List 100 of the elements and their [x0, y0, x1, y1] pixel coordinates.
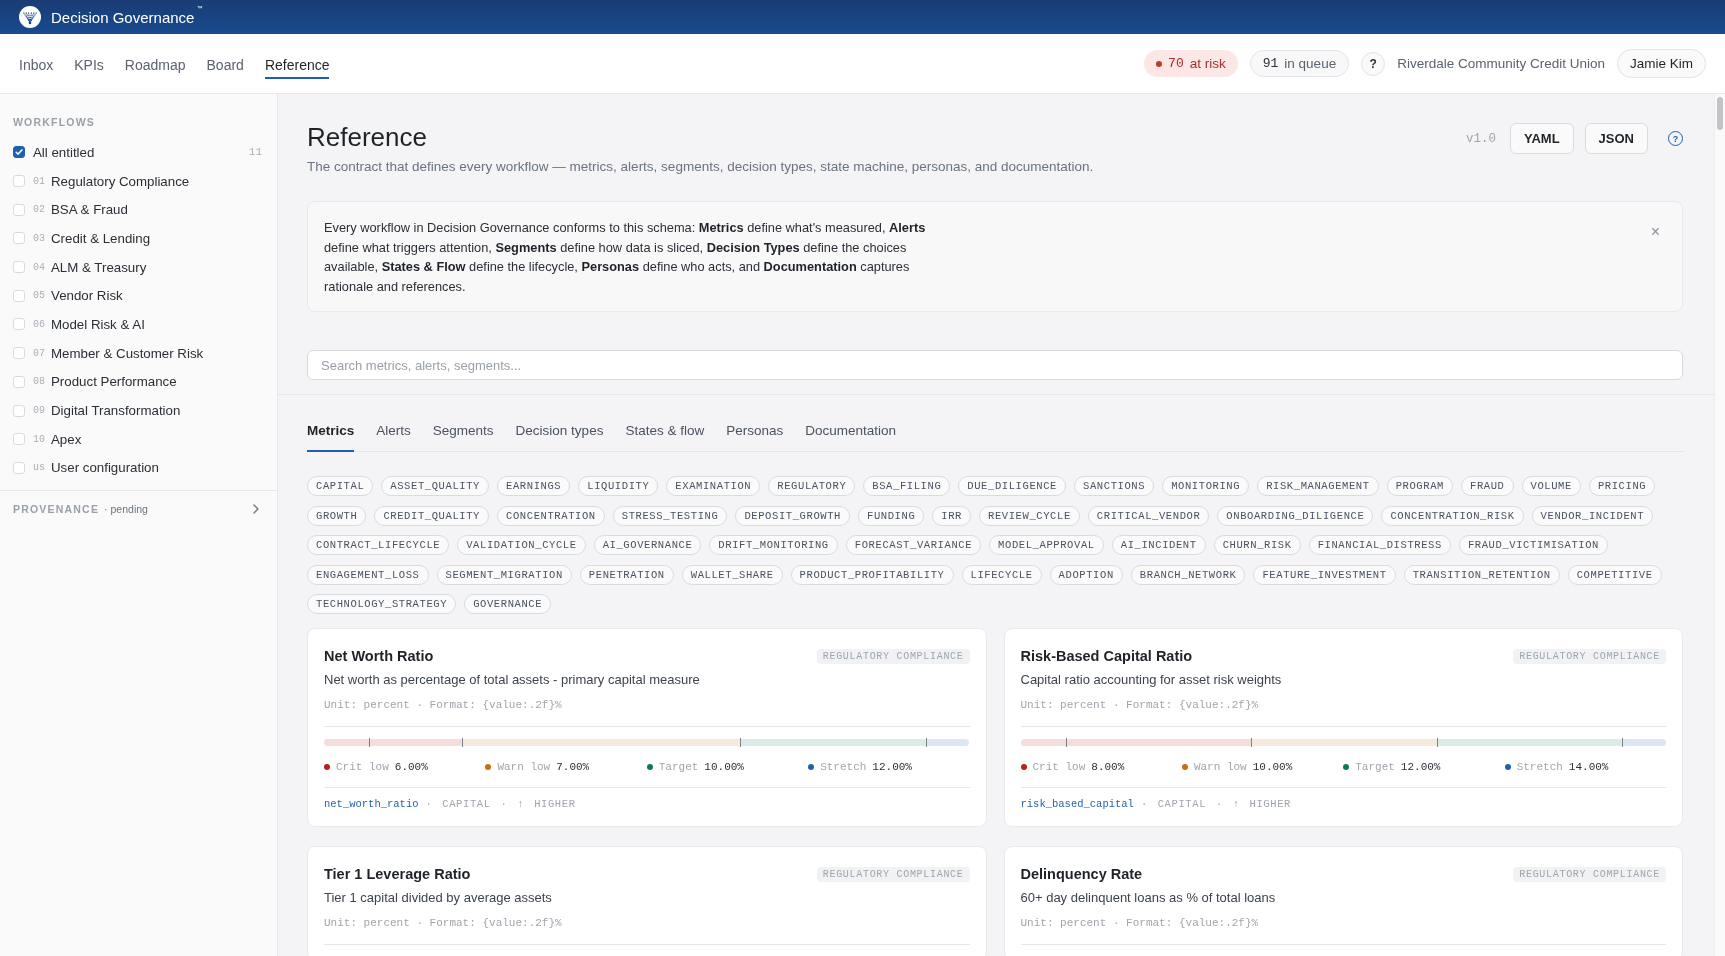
tag-chip[interactable]: DRIFT_MONITORING	[709, 535, 838, 555]
search-field[interactable]: Search metrics, alerts, segments...	[307, 350, 1683, 380]
tag-chip[interactable]: VENDOR_INCIDENT	[1531, 505, 1654, 526]
section-tab[interactable]: Metrics	[307, 423, 355, 452]
workflow-number: us	[33, 462, 45, 474]
tag-chip[interactable]: COMPETITIVE	[1567, 564, 1662, 585]
tag-chip[interactable]: FORECAST_VARIANCE	[845, 535, 982, 555]
tag-chip[interactable]: AI_INCIDENT	[1111, 535, 1206, 555]
tag-chip[interactable]: FRAUD_VICTIMISATION	[1458, 535, 1608, 555]
workflow-number: 04	[33, 261, 45, 273]
threshold-label: Warn low	[497, 760, 551, 775]
nav-tab[interactable]: Board	[206, 53, 244, 79]
tag-chip[interactable]: FUNDING	[858, 505, 925, 526]
section-tab[interactable]: States & flow	[625, 423, 705, 452]
tag-chip[interactable]: CONCENTRATION	[497, 505, 605, 526]
tag-chip[interactable]: CHURN_RISK	[1213, 535, 1301, 555]
tag-chip[interactable]: ONBOARDING_DILIGENCE	[1217, 505, 1374, 526]
threshold-value: 7.00%	[556, 760, 590, 775]
version-label: v1.0	[1465, 131, 1496, 146]
queue-badge[interactable]: 91 in queue	[1249, 50, 1350, 77]
tag-chip[interactable]: DUE_DILIGENCE	[958, 476, 1067, 496]
workflow-badge: REGULATORY COMPLIANCE	[816, 648, 970, 664]
user-menu-button[interactable]: Jamie Kim	[1617, 49, 1706, 78]
tag-chip[interactable]: GOVERNANCE	[464, 594, 552, 614]
export-button[interactable]: YAML	[1509, 123, 1574, 154]
tag-chip[interactable]: LIQUIDITY	[578, 476, 659, 496]
workflow-number: 02	[33, 204, 45, 216]
app-title: Decision Governance$^{™}$	[51, 8, 203, 26]
tag-chip[interactable]: SANCTIONS	[1074, 476, 1155, 496]
tag-chip[interactable]: CONTRACT_LIFECYCLE	[307, 535, 450, 555]
tag-chip[interactable]: FRAUD	[1461, 476, 1514, 496]
scrollbar-thumb[interactable]	[1717, 97, 1723, 130]
export-button[interactable]: JSON	[1584, 123, 1648, 154]
tag-chip[interactable]: FEATURE_INVESTMENT	[1253, 564, 1396, 585]
help-button[interactable]: ?	[1361, 51, 1386, 76]
section-tab[interactable]: Decision types	[515, 423, 604, 452]
tag-chip[interactable]: TECHNOLOGY_STRATEGY	[307, 594, 457, 614]
tag-chip[interactable]: CREDIT_QUALITY	[374, 505, 490, 526]
workflow-item[interactable]: 05 Vendor Risk	[0, 281, 277, 311]
workflow-item[interactable]: 10 Apex	[0, 424, 277, 454]
nav-tab[interactable]: Inbox	[19, 53, 54, 79]
workflow-label: Apex	[51, 431, 82, 447]
tag-chip[interactable]: WALLET_SHARE	[681, 564, 783, 585]
tag-chip[interactable]: DEPOSIT_GROWTH	[735, 505, 850, 526]
tag-chip[interactable]: EARNINGS	[497, 476, 571, 496]
workflow-item[interactable]: 04 ALM & Treasury	[0, 252, 277, 282]
section-tab[interactable]: Segments	[432, 423, 494, 452]
tag-chip[interactable]: VALIDATION_CYCLE	[457, 535, 586, 555]
workflow-item[interactable]: 09 Digital Transformation	[0, 396, 277, 425]
tag-chip[interactable]: CONCENTRATION_RISK	[1381, 505, 1524, 526]
metric-format: Unit: percent · Format: {value:.2f}%	[1020, 698, 1260, 713]
checkbox[interactable]	[13, 146, 25, 159]
metric-key-link[interactable]: risk_based_capital	[1020, 796, 1134, 812]
at-risk-badge[interactable]: 70 at risk	[1144, 50, 1238, 77]
tag-chip[interactable]: PRODUCT_PROFITABILITY	[790, 564, 954, 585]
workflow-item[interactable]: 02 BSA & Fraud	[0, 195, 277, 225]
tag-chip[interactable]: EXAMINATION	[666, 476, 761, 496]
tag-chip[interactable]: PRICING	[1588, 476, 1656, 496]
workflow-item[interactable]: 07 Member & Customer Risk	[0, 338, 277, 368]
nav-tab[interactable]: Roadmap	[124, 53, 186, 79]
workflow-item[interactable]: 06 Model Risk & AI	[0, 310, 277, 339]
workflow-item[interactable]: 01 Regulatory Compliance	[0, 166, 277, 196]
tag-chip[interactable]: ADOPTION	[1049, 564, 1123, 585]
tag-chip[interactable]: ENGAGEMENT_LOSS	[307, 564, 429, 585]
tag-chip[interactable]: CRITICAL_VENDOR	[1087, 505, 1210, 526]
tag-chip[interactable]: PROGRAM	[1386, 476, 1453, 496]
workflow-label: Vendor Risk	[51, 288, 123, 304]
tag-chip[interactable]: GROWTH	[307, 505, 367, 526]
section-tab[interactable]: Documentation	[805, 423, 897, 452]
workflow-number: 08	[33, 376, 45, 388]
provenance-toggle[interactable]: PROVENANCE · pending	[0, 491, 277, 528]
workflow-label: Regulatory Compliance	[51, 173, 190, 189]
workflow-item[interactable]: 08 Product Performance	[0, 367, 277, 397]
tag-chip[interactable]: CAPITAL	[307, 476, 374, 496]
tag-chip[interactable]: ASSET_QUALITY	[381, 476, 490, 496]
metric-key-link[interactable]: net_worth_ratio	[324, 796, 419, 812]
tag-chip[interactable]: PENETRATION	[579, 564, 674, 585]
tag-chip[interactable]: STRESS_TESTING	[612, 505, 728, 526]
tag-chip[interactable]: IRR	[932, 505, 971, 526]
section-tab[interactable]: Personas	[726, 423, 784, 452]
nav-tab[interactable]: KPIs	[74, 53, 104, 79]
workflow-item[interactable]: 03 Credit & Lending	[0, 224, 277, 253]
tag-chip[interactable]: AI_GOVERNANCE	[593, 535, 702, 555]
tag-chip[interactable]: BRANCH_NETWORK	[1130, 564, 1246, 585]
tag-chip[interactable]: MONITORING	[1162, 476, 1250, 496]
tag-chip[interactable]: TRANSITION_RETENTION	[1403, 564, 1560, 585]
tag-chip[interactable]: VOLUME	[1521, 476, 1581, 496]
tag-chip[interactable]: SEGMENT_MIGRATION	[436, 564, 572, 585]
tag-chip[interactable]: REVIEW_CYCLE	[979, 505, 1080, 526]
tag-chip[interactable]: BSA_FILING	[863, 476, 951, 496]
threshold-value: 10.00%	[1252, 760, 1293, 775]
tag-chip[interactable]: REGULATORY	[768, 476, 856, 496]
tag-chip[interactable]: RISK_MANAGEMENT	[1257, 476, 1379, 496]
nav-tab[interactable]: Reference	[264, 53, 330, 79]
section-tab[interactable]: Alerts	[376, 423, 411, 452]
workflow-item[interactable]: All entitled 11	[0, 138, 277, 167]
tag-chip[interactable]: FINANCIAL_DISTRESS	[1308, 535, 1451, 555]
tag-chip[interactable]: MODEL_APPROVAL	[989, 535, 1104, 555]
tag-chip[interactable]: LIFECYCLE	[961, 564, 1042, 585]
workflow-item[interactable]: us User configuration	[0, 453, 277, 483]
